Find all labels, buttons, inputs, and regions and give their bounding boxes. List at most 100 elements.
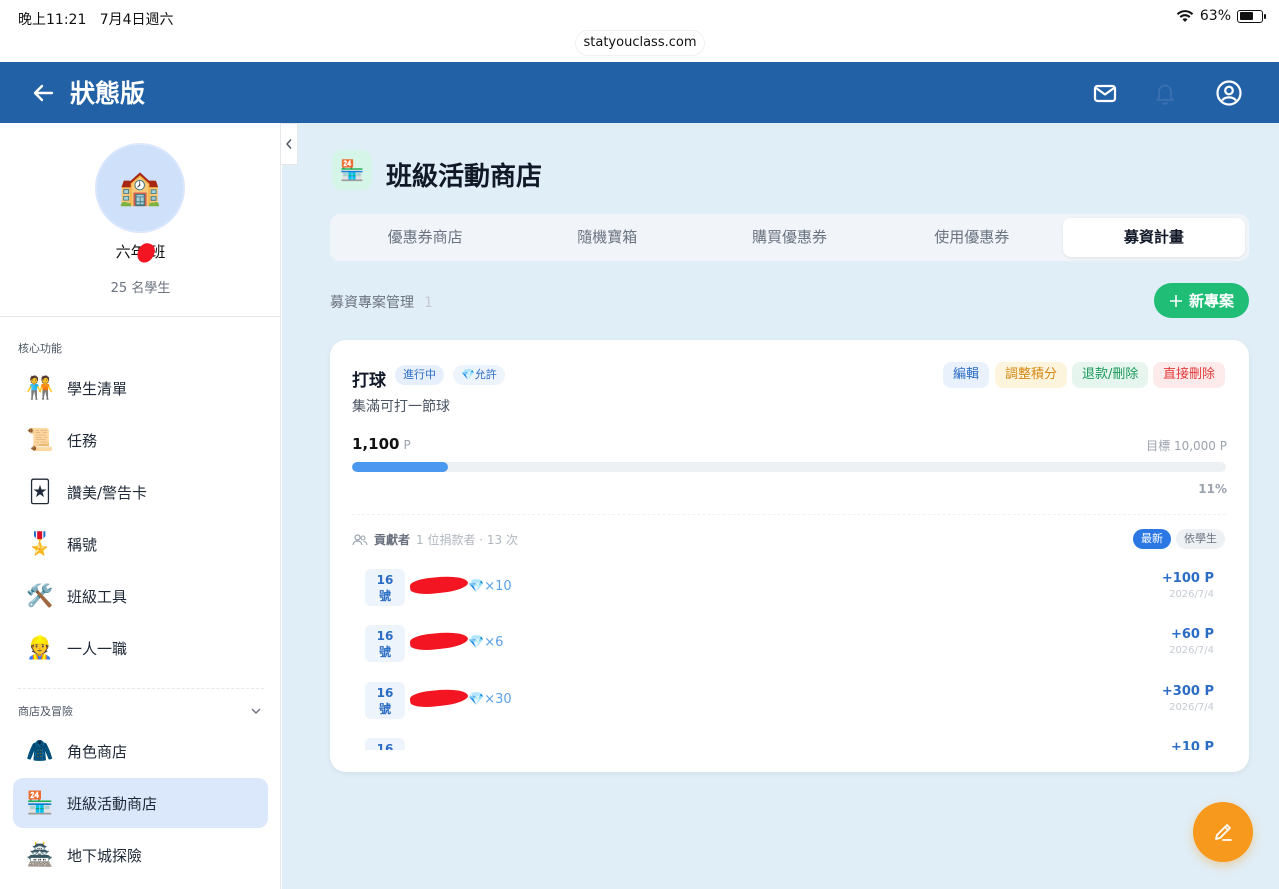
- diamond-icon: 💎: [468, 579, 485, 594]
- contribution-date: 2026/7/4: [1169, 589, 1214, 600]
- sidebar-item-label: 學生清單: [67, 379, 128, 398]
- students-icon: 🧑‍🤝‍🧑: [26, 375, 54, 401]
- plus-icon: [1169, 294, 1182, 307]
- contribution-points: +60 P: [1170, 627, 1214, 642]
- contribution-list[interactable]: 16 號 💎×10 +100 P 2026/7/4 16 號 💎×6 +60 P 2…: [330, 565, 1249, 750]
- project-count: 1: [424, 295, 433, 311]
- tab-coupon-shop[interactable]: 優惠券商店: [334, 218, 516, 257]
- tab-random-chest[interactable]: 隨機寶箱: [516, 218, 698, 257]
- contribution-date: 2026/7/4: [1169, 645, 1214, 656]
- seat-suffix: 號: [378, 645, 391, 659]
- status-badge: 進行中: [395, 365, 444, 385]
- progress-bar: [352, 462, 1226, 472]
- project-name: 打球: [352, 371, 386, 391]
- gem-count-text: ×30: [484, 692, 512, 707]
- tab-buy-coupon[interactable]: 購買優惠券: [698, 218, 880, 257]
- status-time: 晚上11:21 7月4日週六: [18, 9, 174, 29]
- sidebar-item-titles[interactable]: 🎖️ 稱號: [13, 519, 268, 569]
- sidebar-item-label: 班級工具: [67, 587, 128, 606]
- class-avatar: 🏫: [95, 143, 185, 233]
- battery-percent: 63%: [1199, 8, 1231, 24]
- sort-by-student-button[interactable]: 依學生: [1176, 529, 1225, 549]
- edit-fab-button[interactable]: [1193, 802, 1253, 862]
- direct-delete-button[interactable]: 直接刪除: [1153, 362, 1226, 388]
- seat-number: 16: [376, 686, 394, 700]
- adjust-points-button[interactable]: 調整積分: [995, 362, 1068, 388]
- raised-unit: P: [403, 438, 411, 452]
- seat-number-badge: 16 號: [365, 682, 405, 719]
- diamond-icon: 💎: [468, 635, 485, 650]
- allow-badge-label: 允許: [474, 368, 497, 381]
- time-text: 晚上11:21: [18, 12, 87, 28]
- bell-icon[interactable]: [1150, 78, 1180, 108]
- status-bar: 晚上11:21 7月4日週六 63% statyouclass.com: [0, 0, 1279, 62]
- card-divider: [352, 514, 1226, 515]
- user-account-icon[interactable]: [1214, 78, 1244, 108]
- sidebar-item-label: 班級活動商店: [67, 794, 158, 813]
- seat-number-badge: 16號: [365, 738, 405, 750]
- sidebar-item-class-shop[interactable]: 🏪 班級活動商店: [13, 778, 268, 828]
- redaction-mark: [409, 574, 469, 596]
- sidebar-item-dungeon[interactable]: 🏯 地下城探險: [13, 830, 268, 880]
- sidebar-item-tools[interactable]: 🛠️ 班級工具: [13, 571, 268, 621]
- url-bar[interactable]: statyouclass.com: [576, 31, 704, 55]
- gem-count: 💎×30: [468, 692, 512, 707]
- contribution-row: 16 號 💎×30 +300 P 2026/7/4: [330, 680, 1249, 736]
- sidebar-item-students[interactable]: 🧑‍🤝‍🧑 學生清單: [13, 363, 268, 413]
- contributors-meta: 1 位捐款者 · 13 次: [416, 533, 518, 547]
- sidebar-item-label: 稱號: [67, 535, 98, 554]
- redaction-mark: [409, 687, 469, 709]
- redaction-mark: [409, 630, 469, 652]
- goal-amount: 目標 10,000 P: [1146, 439, 1227, 453]
- school-icon: 🏫: [118, 168, 162, 208]
- chevron-down-icon[interactable]: [250, 705, 262, 717]
- gem-count-text: ×6: [484, 635, 504, 650]
- tab-crowdfunding[interactable]: 募資計畫: [1062, 218, 1246, 257]
- contribution-points: +10 P: [1170, 740, 1214, 750]
- refund-delete-button[interactable]: 退款/刪除: [1072, 362, 1149, 388]
- section-label-core: 核心功能: [18, 342, 62, 355]
- contribution-points: +100 P: [1161, 571, 1214, 586]
- character-shop-icon: 🧥: [26, 738, 54, 764]
- diamond-icon: 💎: [468, 692, 485, 707]
- seat-suffix: 號: [378, 589, 391, 603]
- gem-count: 💎×10: [468, 579, 512, 594]
- new-project-button[interactable]: 新專案: [1154, 283, 1249, 318]
- users-icon: [352, 533, 368, 545]
- tab-bar: 優惠券商店 隨機寶箱 購買優惠券 使用優惠券 募資計畫: [330, 214, 1249, 261]
- tab-use-coupon[interactable]: 使用優惠券: [881, 218, 1063, 257]
- contribution-row: 16 號 💎×10 +100 P 2026/7/4: [330, 567, 1249, 623]
- project-description: 集滿可打一節球: [352, 399, 450, 415]
- mail-icon[interactable]: [1090, 78, 1120, 108]
- section-label-shop: 商店及冒險: [18, 705, 73, 718]
- class-shop-icon: 🏪: [332, 150, 372, 190]
- new-project-label: 新專案: [1188, 292, 1234, 310]
- sidebar-item-cards[interactable]: 🃏 讚美/警告卡: [13, 467, 268, 517]
- edit-button[interactable]: 編輯: [943, 362, 990, 388]
- class-shop-icon: 🏪: [26, 790, 54, 816]
- sort-latest-button[interactable]: 最新: [1133, 529, 1171, 549]
- chevron-left-icon: [286, 139, 292, 149]
- student-count: 25 名學生: [110, 281, 171, 296]
- section-title: 募資專案管理 1: [330, 292, 433, 312]
- contributors-label: 貢獻者: [374, 533, 411, 547]
- pencil-icon: [1215, 824, 1232, 841]
- sidebar-collapse-button[interactable]: [281, 123, 298, 165]
- seat-suffix: 號: [378, 702, 391, 716]
- gem-count-text: ×10: [484, 579, 512, 594]
- cards-icon: 🃏: [28, 479, 52, 505]
- page-title: 班級活動商店: [386, 162, 543, 192]
- progress-percent: 11%: [1198, 482, 1227, 496]
- date-text: 7月4日週六: [99, 12, 174, 28]
- sidebar-item-character-shop[interactable]: 🧥 角色商店: [13, 726, 268, 776]
- sidebar-item-tasks[interactable]: 📜 任務: [13, 415, 268, 465]
- raised-amount: 1,100 P: [352, 435, 411, 453]
- battery-fill: [1239, 12, 1253, 20]
- seat-number: 16: [376, 629, 394, 643]
- back-arrow-icon[interactable]: [28, 78, 58, 108]
- contribution-date: 2026/7/4: [1169, 702, 1214, 713]
- project-card: 打球 進行中 💎 允許 集滿可打一節球 編輯 調整積分 退款/刪除 直接刪除 1,…: [330, 340, 1249, 772]
- app-title: 狀態版: [70, 79, 146, 108]
- sidebar-item-jobs[interactable]: 👷 一人一職: [13, 623, 268, 673]
- sidebar: 🏫 六年 班 25 名學生 核心功能 🧑‍🤝‍🧑 學生清單 📜 任務 🃏 讚美/警告卡…: [0, 123, 281, 889]
